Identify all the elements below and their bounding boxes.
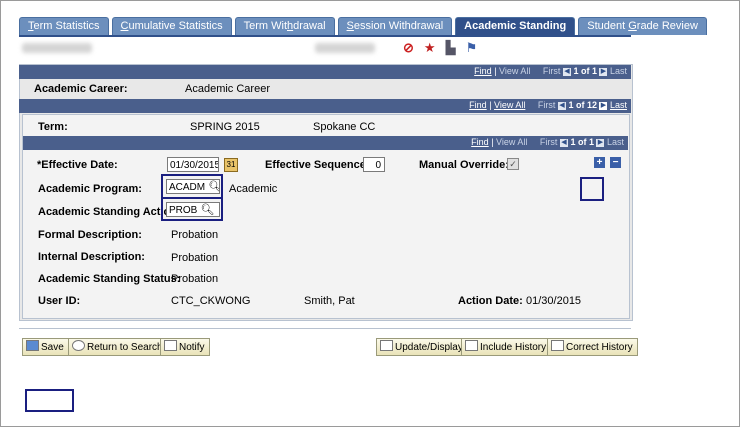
save-icon — [26, 340, 39, 351]
update-label: Update/Display — [395, 342, 463, 353]
redacted-name — [22, 43, 92, 53]
action-date-label: Action Date: — [458, 295, 523, 307]
manual-override-checkbox[interactable]: ✓ — [507, 158, 519, 170]
term-value: SPRING 2015 — [190, 121, 260, 133]
user-id-label: User ID: — [38, 295, 81, 307]
document-icon — [380, 340, 393, 351]
notify-label: Notify — [179, 342, 205, 353]
career-nav-bar: Find | View All First ◀ 1 of 1 ▶ Last — [19, 65, 631, 79]
prev-icon: ◀ — [559, 138, 568, 147]
no-entry-icon[interactable]: ⊘ — [403, 40, 414, 56]
highlight-box — [161, 197, 223, 221]
correct-label: Correct History — [566, 342, 633, 353]
academic-standing-action-label: Academic Standing Action: — [38, 206, 181, 218]
manual-override-label: Manual Override: — [419, 159, 509, 171]
row-count: 1 of 12 — [568, 100, 597, 110]
return-label: Return to Search — [87, 342, 163, 353]
prev-icon: ◀ — [562, 67, 571, 76]
user-id-value: CTC_CKWONG — [171, 295, 251, 307]
term-label: Term: — [38, 121, 68, 133]
effective-sequence-label: Effective Sequence: — [265, 159, 370, 171]
highlight-box — [161, 174, 223, 199]
search-icon — [72, 340, 85, 351]
effective-date-label: *Effective Date: — [37, 159, 118, 171]
tab-strip: Term Statistics Cumulative Statistics Te… — [19, 17, 710, 35]
star-icon[interactable]: ★ — [424, 40, 436, 56]
separator: | — [491, 66, 500, 76]
effective-sequence-input[interactable]: 0 — [363, 157, 385, 172]
academic-program-label: Academic Program: — [38, 183, 142, 195]
divider — [19, 328, 631, 329]
edit-icon — [551, 340, 564, 351]
first-label: First — [539, 137, 558, 147]
tab-session-withdrawal[interactable]: Session Withdrawal — [337, 17, 453, 35]
view-all-link: View All — [496, 137, 528, 147]
last-link[interactable]: Last — [610, 100, 627, 110]
redacted-id — [315, 43, 375, 53]
find-link[interactable]: Find — [471, 137, 489, 147]
notify-button[interactable]: Notify — [160, 338, 210, 356]
prev-icon: ◀ — [557, 101, 566, 110]
separator: | — [486, 100, 495, 110]
formal-description-value: Probation — [171, 229, 219, 241]
find-link[interactable]: Find — [469, 100, 487, 110]
return-to-search-button[interactable]: Return to Search — [68, 338, 168, 356]
add-row-icon[interactable]: + — [594, 157, 605, 168]
internal-description-label: Internal Description: — [38, 251, 145, 263]
find-link[interactable]: Find — [474, 66, 492, 76]
building-icon[interactable]: ▙ — [446, 40, 456, 56]
standing-nav-bar: Find | View All First ◀ 1 of 1 ▶ Last — [23, 136, 628, 150]
first-label: First — [542, 66, 561, 76]
tab-cumulative-statistics[interactable]: Cumulative Statistics — [111, 17, 232, 35]
first-label: First — [537, 100, 556, 110]
delete-row-icon[interactable]: − — [610, 157, 621, 168]
include-history-button[interactable]: Include History — [461, 338, 552, 356]
row-count: 1 of 1 — [570, 137, 594, 147]
next-icon: ▶ — [596, 138, 605, 147]
view-all-link[interactable]: View All — [494, 100, 525, 110]
academic-standing-status-label: Academic Standing Status: — [38, 273, 181, 285]
action-date-value: 01/30/2015 — [526, 295, 582, 307]
envelope-icon — [164, 340, 177, 351]
update-display-button[interactable]: Update/Display — [376, 338, 468, 356]
internal-description-value: Probation — [171, 252, 219, 264]
campus-value: Spokane CC — [313, 121, 376, 133]
tab-term-statistics[interactable]: Term Statistics — [19, 17, 109, 35]
highlight-box — [580, 177, 604, 201]
separator: | — [488, 137, 497, 147]
tab-term-withdrawal[interactable]: Term Withdrawal — [234, 17, 335, 35]
highlight-box — [25, 389, 74, 412]
flag-icon[interactable]: ⚑ — [466, 40, 478, 56]
academic-program-description: Academic — [229, 183, 278, 195]
formal-description-label: Formal Description: — [38, 229, 142, 241]
correct-history-button[interactable]: Correct History — [547, 338, 638, 356]
view-all-link: View All — [499, 66, 531, 76]
save-button[interactable]: Save — [22, 338, 69, 356]
last-label: Last — [609, 66, 627, 76]
user-name-value: Smith, Pat — [304, 295, 355, 307]
tab-student-grade-review[interactable]: Student Grade Review — [578, 17, 707, 35]
tab-academic-standing[interactable]: Academic Standing — [455, 17, 576, 35]
save-label: Save — [41, 342, 64, 353]
effective-date-input[interactable]: 01/30/2015 — [167, 157, 219, 172]
toolbar-icons: ⊘ ★ ▙ ⚑ — [403, 40, 477, 56]
academic-standing-status-value: Probation — [171, 273, 219, 285]
include-label: Include History — [480, 342, 547, 353]
career-label: Academic Career: — [34, 83, 128, 95]
term-nav-bar: Find | View All First ◀ 1 of 12 ▶ Last — [19, 99, 631, 113]
history-icon — [465, 340, 478, 351]
tab-underline — [19, 35, 631, 37]
next-icon[interactable]: ▶ — [599, 101, 608, 110]
next-icon: ▶ — [599, 67, 608, 76]
calendar-icon[interactable]: 31 — [224, 158, 238, 172]
last-label: Last — [606, 137, 624, 147]
row-count: 1 of 1 — [573, 66, 597, 76]
career-value: Academic Career — [185, 83, 270, 95]
